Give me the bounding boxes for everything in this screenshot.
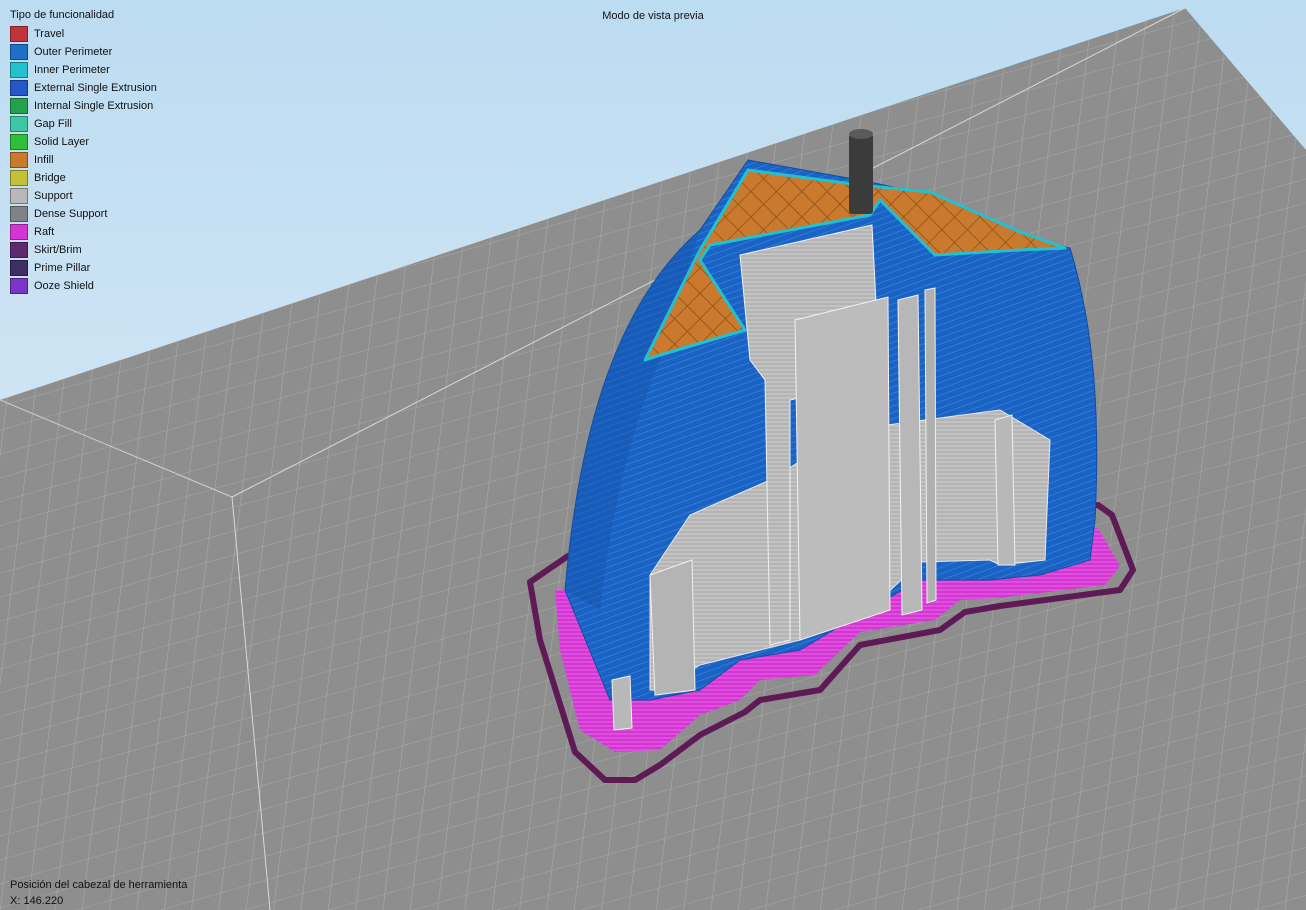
legend-item: Outer Perimeter <box>10 43 157 61</box>
legend-item: Prime Pillar <box>10 259 157 277</box>
nozzle-indicator <box>849 129 873 214</box>
preview-viewport[interactable]: Modo de vista previa Tipo de funcionalid… <box>0 0 1306 910</box>
legend-item: Solid Layer <box>10 133 157 151</box>
legend-label: Skirt/Brim <box>34 244 82 256</box>
toolhead-x-value: X: 146.220 <box>10 895 64 907</box>
legend-swatch <box>10 98 28 114</box>
legend-label: External Single Extrusion <box>34 82 157 94</box>
legend-item: Travel <box>10 25 157 43</box>
legend-item: Bridge <box>10 169 157 187</box>
legend-item: Gap Fill <box>10 115 157 133</box>
legend-item: Infill <box>10 151 157 169</box>
toolhead-position: Posición del cabezal de herramienta X: 1… <box>10 877 187 909</box>
legend-swatch <box>10 152 28 168</box>
legend-label: Internal Single Extrusion <box>34 100 154 112</box>
legend-swatch <box>10 44 28 60</box>
legend-label: Outer Perimeter <box>34 46 113 58</box>
legend-item: Inner Perimeter <box>10 61 157 79</box>
legend-label: Infill <box>34 154 54 166</box>
legend-item: Skirt/Brim <box>10 241 157 259</box>
legend-label: Dense Support <box>34 208 108 220</box>
legend-item: External Single Extrusion <box>10 79 157 97</box>
legend-swatch <box>10 260 28 276</box>
legend-item: Ooze Shield <box>10 277 157 295</box>
legend-label: Raft <box>34 226 55 238</box>
legend-label: Support <box>34 190 73 202</box>
legend-swatch <box>10 242 28 258</box>
legend-item: Support <box>10 187 157 205</box>
legend-label: Bridge <box>34 172 66 184</box>
legend-swatch <box>10 206 28 222</box>
legend-items: Travel Outer Perimeter Inner Perimeter Exte… <box>10 25 157 295</box>
legend-swatch <box>10 134 28 150</box>
legend-label: Travel <box>34 28 65 40</box>
legend-swatch <box>10 188 28 204</box>
scene-3d-view[interactable] <box>0 0 1306 910</box>
legend-label: Ooze Shield <box>34 280 94 292</box>
legend-swatch <box>10 278 28 294</box>
legend-swatch <box>10 80 28 96</box>
legend-item: Dense Support <box>10 205 157 223</box>
legend-swatch <box>10 62 28 78</box>
legend-item: Internal Single Extrusion <box>10 97 157 115</box>
legend-label: Inner Perimeter <box>34 64 110 76</box>
legend-swatch <box>10 170 28 186</box>
view-mode-title: Modo de vista previa <box>602 10 704 22</box>
legend-item: Raft <box>10 223 157 241</box>
toolhead-position-label: Posición del cabezal de herramienta <box>10 879 188 891</box>
legend-swatch <box>10 26 28 42</box>
legend-label: Gap Fill <box>34 118 72 130</box>
legend-title: Tipo de funcionalidad <box>10 9 115 21</box>
legend-label: Prime Pillar <box>34 262 91 274</box>
legend-label: Solid Layer <box>34 136 90 148</box>
legend-swatch <box>10 116 28 132</box>
legend-swatch <box>10 224 28 240</box>
feature-type-legend: Tipo de funcionalidad Travel Outer Perime… <box>10 9 157 295</box>
